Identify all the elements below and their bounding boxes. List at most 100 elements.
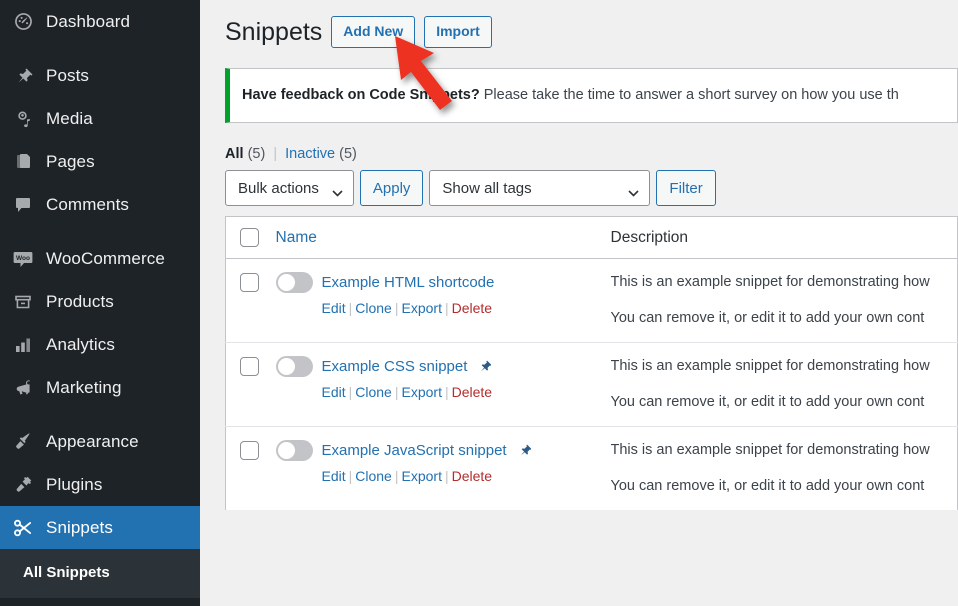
snippet-activate-toggle[interactable] bbox=[275, 440, 313, 461]
view-all-link[interactable]: All bbox=[225, 146, 244, 162]
snippet-name-link[interactable]: Example JavaScript snippet bbox=[322, 439, 507, 462]
sidebar-item-posts[interactable]: Posts bbox=[0, 54, 200, 97]
view-inactive-link[interactable]: Inactive bbox=[285, 146, 335, 162]
row-checkbox[interactable] bbox=[240, 356, 259, 376]
export-link[interactable]: Export bbox=[402, 300, 442, 316]
select-all-header bbox=[225, 216, 266, 259]
import-button[interactable]: Import bbox=[424, 16, 492, 48]
clone-link[interactable]: Clone bbox=[355, 300, 392, 316]
media-icon bbox=[11, 107, 35, 131]
sidebar-item-label: Snippets bbox=[46, 517, 113, 537]
description-line-1: This is an example snippet for demonstra… bbox=[610, 357, 930, 374]
notice-body-text: Please take the time to answer a short s… bbox=[479, 86, 899, 103]
notice-text: Have feedback on Code Snippets? Please t… bbox=[242, 85, 899, 107]
clone-link[interactable]: Clone bbox=[355, 384, 392, 400]
edit-link[interactable]: Edit bbox=[322, 300, 346, 316]
select-all-checkbox[interactable] bbox=[240, 228, 259, 247]
sidebar-item-label: WooCommerce bbox=[46, 248, 165, 268]
snippet-name-line: Example JavaScript snippet bbox=[275, 439, 591, 462]
posts-pin-icon bbox=[11, 64, 35, 88]
action-divider: | bbox=[444, 468, 449, 485]
row-name-cell: Example CSS snippet Edit | Clone | Export | De… bbox=[265, 341, 601, 427]
submenu-item-label: All Snippets bbox=[23, 564, 110, 581]
snippet-name-link[interactable]: Example HTML shortcode bbox=[322, 271, 495, 294]
snippet-activate-toggle[interactable] bbox=[275, 356, 313, 378]
sidebar-item-plugins[interactable]: Plugins bbox=[0, 463, 200, 506]
row-select-cell bbox=[226, 259, 266, 343]
delete-link[interactable]: Delete bbox=[452, 384, 492, 400]
pin-icon[interactable] bbox=[516, 443, 532, 458]
sidebar-item-products[interactable]: Products bbox=[0, 280, 200, 323]
action-divider: | bbox=[348, 300, 353, 317]
snippet-activate-toggle[interactable] bbox=[275, 272, 313, 294]
add-new-button[interactable]: Add New bbox=[331, 16, 416, 48]
sidebar-item-marketing[interactable]: Marketing bbox=[0, 366, 200, 409]
row-checkbox[interactable] bbox=[240, 440, 259, 460]
tags-filter-select[interactable]: Show all tags bbox=[429, 170, 651, 206]
column-header-description: Description bbox=[600, 216, 958, 259]
analytics-bars-icon bbox=[11, 333, 35, 357]
table-row: Example JavaScript snippet Edit | Clone | Ex… bbox=[225, 425, 958, 510]
row-select-cell bbox=[225, 425, 266, 510]
view-all-label: All bbox=[225, 146, 244, 162]
export-link[interactable]: Export bbox=[402, 468, 442, 484]
row-description-cell: This is an example snippet for demonstra… bbox=[601, 259, 958, 343]
sidebar-item-comments[interactable]: Comments bbox=[0, 183, 200, 226]
admin-sidebar: Dashboard Posts Media Pages Comments Woo… bbox=[0, 0, 208, 606]
edit-link[interactable]: Edit bbox=[322, 468, 346, 484]
table-row: Example HTML shortcode Edit | Clone | Export… bbox=[226, 259, 958, 343]
svg-text:Woo: Woo bbox=[16, 255, 30, 262]
snippet-name-link[interactable]: Example CSS snippet bbox=[322, 355, 468, 378]
table-body: Example HTML shortcode Edit | Clone | Export… bbox=[225, 259, 958, 510]
filter-button[interactable]: Filter bbox=[656, 170, 716, 206]
sidebar-item-pages[interactable]: Pages bbox=[0, 140, 200, 183]
edit-link[interactable]: Edit bbox=[322, 384, 346, 400]
bulk-actions-value: Bulk actions bbox=[238, 179, 319, 197]
sidebar-item-label: Dashboard bbox=[46, 11, 131, 31]
tags-filter-value: Show all tags bbox=[442, 179, 532, 197]
snippet-name-line: Example HTML shortcode bbox=[275, 271, 591, 294]
sidebar-item-woocommerce[interactable]: Woo WooCommerce bbox=[0, 237, 200, 280]
table-header-row: Name Description bbox=[225, 216, 958, 259]
page-header: Snippets Add New Import bbox=[225, 12, 958, 52]
row-checkbox[interactable] bbox=[240, 272, 259, 292]
products-box-icon bbox=[11, 290, 35, 314]
comments-icon bbox=[11, 193, 35, 217]
export-link[interactable]: Export bbox=[402, 384, 442, 400]
clone-link[interactable]: Clone bbox=[355, 468, 392, 484]
plugins-plug-icon bbox=[11, 473, 35, 497]
snippets-table: Name Description Example HTML shortcode … bbox=[225, 216, 958, 510]
sidebar-item-label: Plugins bbox=[46, 474, 103, 494]
dashboard-icon bbox=[11, 10, 35, 34]
description-line-1: This is an example snippet for demonstra… bbox=[610, 274, 930, 290]
sidebar-item-label: Appearance bbox=[46, 431, 139, 451]
action-divider: | bbox=[444, 300, 449, 317]
apply-button[interactable]: Apply bbox=[359, 170, 424, 206]
pin-icon[interactable] bbox=[476, 359, 493, 374]
chevron-down-icon bbox=[332, 184, 343, 197]
appearance-brush-icon bbox=[11, 430, 35, 454]
action-divider: | bbox=[394, 384, 399, 401]
delete-link[interactable]: Delete bbox=[452, 468, 492, 484]
delete-link[interactable]: Delete bbox=[452, 300, 492, 316]
action-divider: | bbox=[394, 300, 399, 317]
main-content: Snippets Add New Import Have feedback on… bbox=[200, 0, 958, 606]
action-divider: | bbox=[444, 384, 449, 401]
sidebar-separator bbox=[0, 43, 200, 54]
row-select-cell bbox=[225, 341, 266, 427]
sidebar-item-analytics[interactable]: Analytics bbox=[0, 323, 200, 366]
sort-by-name-link[interactable]: Name bbox=[276, 229, 317, 246]
pages-icon bbox=[11, 150, 35, 174]
sidebar-item-snippets[interactable]: Snippets bbox=[0, 506, 208, 549]
sidebar-item-dashboard[interactable]: Dashboard bbox=[0, 0, 200, 43]
sidebar-item-media[interactable]: Media bbox=[0, 97, 200, 140]
views-filter-links: All (5) | Inactive (5) bbox=[225, 146, 958, 162]
screen: Dashboard Posts Media Pages Comments Woo… bbox=[0, 0, 958, 606]
description-line-2: You can remove it, or edit it to add you… bbox=[610, 478, 925, 495]
bulk-actions-select[interactable]: Bulk actions bbox=[225, 170, 354, 206]
chevron-down-icon bbox=[628, 184, 639, 197]
sidebar-item-appearance[interactable]: Appearance bbox=[0, 420, 200, 463]
row-description-cell: This is an example snippet for demonstra… bbox=[600, 341, 958, 427]
column-header-name: Name bbox=[265, 216, 601, 259]
sidebar-item-all-snippets[interactable]: All Snippets bbox=[0, 557, 200, 588]
